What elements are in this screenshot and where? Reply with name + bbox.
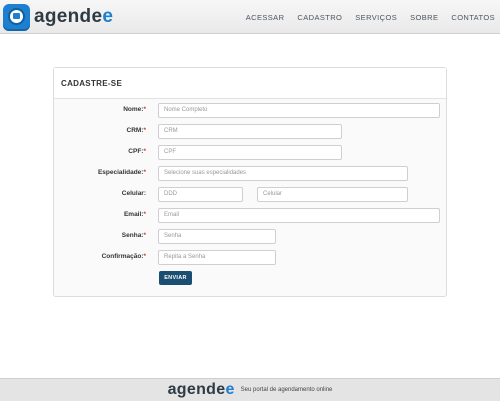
email-input[interactable]: Email bbox=[158, 208, 440, 223]
senha-label: Senha:* bbox=[121, 232, 146, 239]
footer: agendee Seu portal de agendamento online bbox=[0, 378, 500, 401]
nav-acessar[interactable]: ACESSAR bbox=[246, 13, 285, 22]
top-navbar: agendee ACESSAR CADASTRO SERVIÇOS SOBRE … bbox=[0, 0, 500, 34]
nav-servicos[interactable]: SERVIÇOS bbox=[355, 13, 397, 22]
nome-input[interactable]: Nome Completo bbox=[158, 103, 440, 118]
footer-brand: agendee bbox=[167, 381, 235, 398]
panel-title: CADASTRE-SE bbox=[54, 68, 446, 99]
celular-label: Celular: bbox=[121, 190, 146, 197]
crm-label: CRM:* bbox=[126, 127, 147, 134]
celular-input[interactable]: Celular bbox=[257, 187, 408, 202]
senha-input[interactable]: Senha bbox=[158, 229, 276, 244]
nome-label: Nome:* bbox=[123, 106, 146, 113]
confirmacao-label: Confirmação:* bbox=[101, 253, 146, 260]
crm-input[interactable]: CRM bbox=[158, 124, 342, 139]
enviar-button[interactable]: ENVIAR bbox=[159, 271, 192, 285]
brand-logo[interactable]: agendee bbox=[3, 3, 113, 31]
ddd-input[interactable]: DDD bbox=[158, 187, 243, 202]
cpf-label: CPF:* bbox=[128, 148, 146, 155]
especialidade-select[interactable]: Selecione suas especialidades bbox=[158, 166, 408, 181]
email-label: Email:* bbox=[123, 211, 146, 218]
nav-contatos[interactable]: CONTATOS bbox=[451, 13, 495, 22]
brand-name: agendee bbox=[34, 6, 114, 27]
nav-sobre[interactable]: SOBRE bbox=[410, 13, 438, 22]
cpf-input[interactable]: CPF bbox=[158, 145, 342, 160]
main-nav: ACESSAR CADASTRO SERVIÇOS SOBRE CONTATOS bbox=[233, 0, 495, 34]
registration-panel: CADASTRE-SE Nome:* Nome Completo CRM:* C… bbox=[53, 67, 447, 297]
calendar-clock-icon bbox=[3, 3, 30, 31]
confirmacao-input[interactable]: Repita a Senha bbox=[158, 250, 276, 265]
nav-cadastro[interactable]: CADASTRO bbox=[297, 13, 342, 22]
especialidade-label: Especialidade:* bbox=[97, 169, 146, 176]
footer-tagline: Seu portal de agendamento online bbox=[240, 387, 333, 393]
